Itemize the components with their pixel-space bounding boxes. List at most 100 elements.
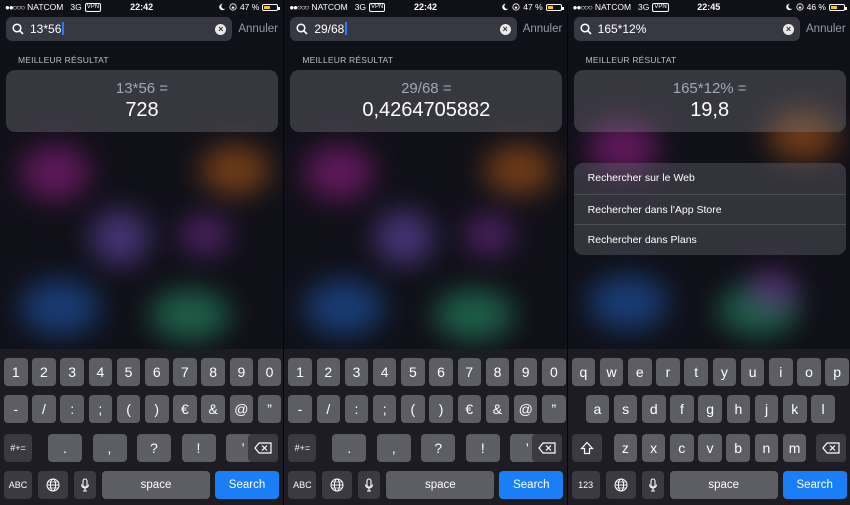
key-symbol[interactable]: ;	[88, 395, 113, 423]
key-2[interactable]: 2	[316, 358, 341, 386]
key-s[interactable]: s	[613, 395, 638, 423]
key-m[interactable]: m	[782, 434, 807, 462]
key-o[interactable]: o	[797, 358, 821, 386]
clear-search-button[interactable]: ×	[783, 23, 795, 35]
key-9[interactable]: 9	[229, 358, 254, 386]
key-4[interactable]: 4	[88, 358, 113, 386]
key-8[interactable]: 8	[485, 358, 510, 386]
key-symbol[interactable]: /	[316, 395, 341, 423]
suggestion-item[interactable]: Rechercher sur le Web	[574, 163, 846, 194]
key-4[interactable]: 4	[372, 358, 397, 386]
key-e[interactable]: e	[628, 358, 652, 386]
key-j[interactable]: j	[754, 395, 779, 423]
key-symbol[interactable]: :	[60, 395, 84, 423]
search-key[interactable]: Search	[499, 471, 564, 499]
key-symbol[interactable]: (	[116, 395, 141, 423]
symbols-mode-key[interactable]: #+=	[288, 434, 317, 462]
key-v[interactable]: v	[698, 434, 722, 462]
key-symbol[interactable]: @	[513, 395, 538, 423]
key-symbol[interactable]: ;	[372, 395, 397, 423]
search-key[interactable]: Search	[215, 471, 279, 499]
globe-icon[interactable]	[38, 471, 68, 499]
key-punctuation[interactable]: .	[48, 434, 82, 462]
shift-icon[interactable]	[571, 434, 602, 462]
key-symbol[interactable]: (	[401, 395, 425, 423]
key-punctuation[interactable]: ,	[376, 434, 411, 462]
key-9[interactable]: 9	[513, 358, 538, 386]
key-p[interactable]: p	[825, 358, 849, 386]
key-z[interactable]: z	[613, 434, 638, 462]
key-symbol[interactable]: @	[229, 395, 254, 423]
key-7[interactable]: 7	[173, 358, 197, 386]
key-f[interactable]: f	[670, 395, 694, 423]
key-3[interactable]: 3	[60, 358, 84, 386]
space-key[interactable]: space	[386, 471, 495, 499]
microphone-icon[interactable]	[358, 471, 381, 499]
key-symbol[interactable]: -	[4, 395, 28, 423]
key-7[interactable]: 7	[457, 358, 482, 386]
calculator-result-card[interactable]: 29/68 = 0,4264705882	[290, 70, 563, 132]
key-symbol[interactable]: :	[344, 395, 369, 423]
key-d[interactable]: d	[642, 395, 666, 423]
key-h[interactable]: h	[726, 395, 751, 423]
key-punctuation[interactable]: .	[332, 434, 367, 462]
key-symbol[interactable]: )	[145, 395, 169, 423]
key-symbol[interactable]: )	[429, 395, 453, 423]
key-t[interactable]: t	[684, 358, 708, 386]
cancel-button[interactable]: Annuler	[238, 23, 278, 35]
key-x[interactable]: x	[641, 434, 666, 462]
key-6[interactable]: 6	[429, 358, 453, 386]
suggestion-item[interactable]: Rechercher dans l'App Store	[573, 193, 846, 225]
calculator-result-card[interactable]: 165*12% = 19,8	[573, 70, 846, 132]
key-symbol[interactable]: /	[32, 395, 56, 423]
key-0[interactable]: 0	[257, 358, 282, 386]
search-input[interactable]: 29/68 ×	[290, 17, 517, 41]
key-symbol[interactable]: -	[288, 395, 312, 423]
key-punctuation[interactable]: ,	[92, 434, 127, 462]
key-b[interactable]: b	[726, 434, 750, 462]
key-w[interactable]: w	[599, 358, 624, 386]
key-u[interactable]: u	[740, 358, 765, 386]
key-n[interactable]: n	[754, 434, 779, 462]
key-y[interactable]: y	[712, 358, 737, 386]
key-symbol[interactable]: &	[485, 395, 510, 423]
search-key[interactable]: Search	[782, 471, 847, 499]
key-symbol[interactable]: ”	[257, 395, 282, 423]
key-5[interactable]: 5	[401, 358, 425, 386]
clear-search-button[interactable]: ×	[499, 23, 511, 35]
search-input[interactable]: 165*12% ×	[573, 17, 801, 41]
key-q[interactable]: q	[571, 358, 596, 386]
key-symbol[interactable]: ”	[542, 395, 566, 423]
key-symbol[interactable]: €	[457, 395, 482, 423]
numbers-mode-key[interactable]: 123	[571, 471, 600, 499]
symbols-mode-key[interactable]: #+=	[4, 434, 32, 462]
key-6[interactable]: 6	[145, 358, 169, 386]
space-key[interactable]: space	[669, 471, 778, 499]
key-1[interactable]: 1	[4, 358, 28, 386]
key-l[interactable]: l	[811, 395, 835, 423]
cancel-button[interactable]: Annuler	[523, 23, 563, 35]
search-input[interactable]: 13*56 ×	[6, 17, 233, 41]
key-c[interactable]: c	[670, 434, 694, 462]
key-symbol[interactable]: &	[201, 395, 225, 423]
suggestion-item[interactable]: Rechercher dans Plans	[573, 224, 846, 255]
key-g[interactable]: g	[698, 395, 722, 423]
globe-icon[interactable]	[322, 471, 353, 499]
backspace-icon[interactable]	[815, 434, 846, 462]
space-key[interactable]: space	[102, 471, 210, 499]
key-3[interactable]: 3	[344, 358, 369, 386]
abc-mode-key[interactable]: ABC	[4, 471, 32, 499]
clear-search-button[interactable]: ×	[215, 23, 227, 35]
key-punctuation[interactable]: !	[181, 434, 216, 462]
microphone-icon[interactable]	[641, 471, 664, 499]
key-symbol[interactable]: €	[173, 395, 197, 423]
globe-icon[interactable]	[605, 471, 636, 499]
key-i[interactable]: i	[769, 358, 793, 386]
key-2[interactable]: 2	[32, 358, 56, 386]
backspace-icon[interactable]	[248, 434, 278, 462]
key-0[interactable]: 0	[542, 358, 566, 386]
key-a[interactable]: a	[585, 395, 610, 423]
key-r[interactable]: r	[656, 358, 680, 386]
key-punctuation[interactable]: ?	[421, 434, 456, 462]
key-1[interactable]: 1	[288, 358, 312, 386]
